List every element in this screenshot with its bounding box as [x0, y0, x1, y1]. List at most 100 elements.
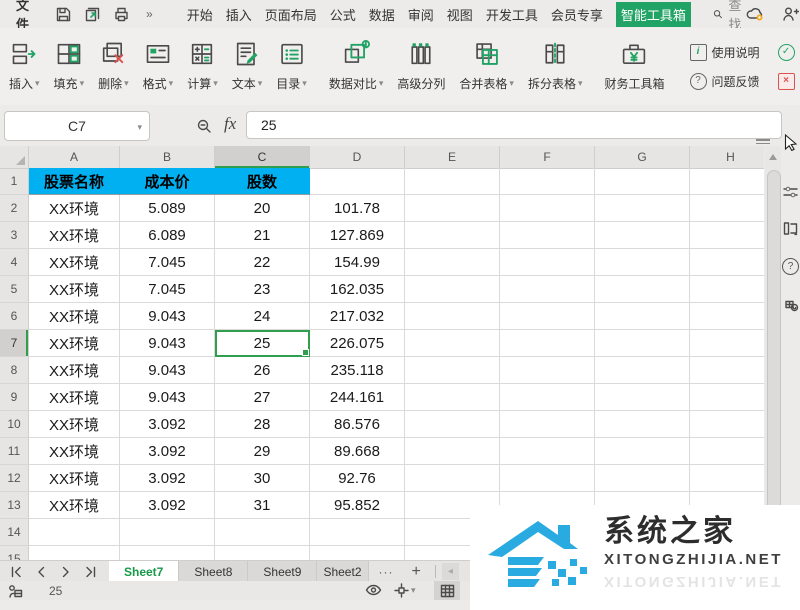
sheet-tab-sheet9[interactable]: Sheet9 — [248, 561, 317, 582]
row-header-10[interactable]: 10 — [0, 411, 29, 438]
swap-layout-icon[interactable] — [783, 221, 798, 236]
split-tables-button[interactable]: 拆分表格▾ — [521, 28, 590, 105]
cell-A1[interactable]: 股票名称 — [29, 168, 120, 195]
cell-B13[interactable]: 3.092 — [120, 492, 215, 519]
cell-H2[interactable] — [690, 195, 764, 222]
cell-G5[interactable] — [595, 276, 690, 303]
cell-G7[interactable] — [595, 330, 690, 357]
cell-A4[interactable]: XX环境 — [29, 249, 120, 276]
row-header-6[interactable]: 6 — [0, 303, 29, 330]
cell-B8[interactable]: 9.043 — [120, 357, 215, 384]
cell-D7[interactable]: 226.075 — [310, 330, 405, 357]
cloud-sync-icon[interactable] — [746, 6, 766, 22]
cell-H8[interactable] — [690, 357, 764, 384]
print-icon[interactable] — [113, 6, 130, 23]
next-sheet-icon[interactable] — [60, 566, 72, 578]
sheet-tab-sheet8[interactable]: Sheet8 — [179, 561, 248, 582]
cell-A6[interactable]: XX环境 — [29, 303, 120, 330]
cell-A9[interactable]: XX环境 — [29, 384, 120, 411]
cell-H9[interactable] — [690, 384, 764, 411]
tab-home[interactable]: 开始 — [187, 5, 213, 24]
column-header-h[interactable]: H — [690, 146, 764, 169]
cell-F11[interactable] — [500, 438, 595, 465]
cell-B6[interactable]: 9.043 — [120, 303, 215, 330]
tab-view[interactable]: 视图 — [447, 5, 473, 24]
name-box[interactable]: C7 ▾ — [4, 111, 150, 141]
vertical-scrollbar[interactable] — [765, 146, 781, 560]
cell-G6[interactable] — [595, 303, 690, 330]
cell-A11[interactable]: XX环境 — [29, 438, 120, 465]
cell-C13[interactable]: 31 — [215, 492, 310, 519]
cell-H10[interactable] — [690, 411, 764, 438]
cell-C2[interactable]: 20 — [215, 195, 310, 222]
cell-C12[interactable]: 30 — [215, 465, 310, 492]
cell-B15[interactable] — [120, 546, 215, 560]
row-header-7[interactable]: 7 — [0, 330, 29, 357]
cell-G2[interactable] — [595, 195, 690, 222]
cell-E8[interactable] — [405, 357, 500, 384]
row-header-8[interactable]: 8 — [0, 357, 29, 384]
cell-H3[interactable] — [690, 222, 764, 249]
visibility-icon[interactable] — [365, 584, 382, 596]
save-icon[interactable] — [55, 6, 72, 23]
merge-tables-button[interactable]: 合并表格▾ — [452, 28, 521, 105]
cell-E10[interactable] — [405, 411, 500, 438]
cell-A7[interactable]: XX环境 — [29, 330, 120, 357]
stamp-tool-icon[interactable] — [783, 297, 799, 312]
cell-B7[interactable]: 9.043 — [120, 330, 215, 357]
cell-E4[interactable] — [405, 249, 500, 276]
cell-H1[interactable] — [690, 168, 764, 195]
tab-membership[interactable]: 会员专享 — [551, 5, 603, 24]
cell-B4[interactable]: 7.045 — [120, 249, 215, 276]
cell-D14[interactable] — [310, 519, 405, 546]
quick-access-overflow[interactable]: » — [146, 7, 153, 21]
tab-formulas[interactable]: 公式 — [330, 5, 356, 24]
tab-data[interactable]: 数据 — [369, 5, 395, 24]
split-handle[interactable] — [756, 139, 770, 144]
row-header-12[interactable]: 12 — [0, 465, 29, 492]
cell-D2[interactable]: 101.78 — [310, 195, 405, 222]
cell-A15[interactable] — [29, 546, 120, 560]
cell-H5[interactable] — [690, 276, 764, 303]
cell-B14[interactable] — [120, 519, 215, 546]
cell-A10[interactable]: XX环境 — [29, 411, 120, 438]
cell-A8[interactable]: XX环境 — [29, 357, 120, 384]
cell-B12[interactable]: 3.092 — [120, 465, 215, 492]
cell-H11[interactable] — [690, 438, 764, 465]
cell-H6[interactable] — [690, 303, 764, 330]
cell-B1[interactable]: 成本价 — [120, 168, 215, 195]
cell-H4[interactable] — [690, 249, 764, 276]
cell-D11[interactable]: 89.668 — [310, 438, 405, 465]
tab-review[interactable]: 审阅 — [408, 5, 434, 24]
cell-E9[interactable] — [405, 384, 500, 411]
sheet-list-icon[interactable]: ··· — [369, 561, 404, 582]
column-header-f[interactable]: F — [500, 146, 595, 169]
cell-G11[interactable] — [595, 438, 690, 465]
cell-D15[interactable] — [310, 546, 405, 560]
select-all-corner[interactable] — [0, 146, 29, 169]
hscroll-left-icon[interactable]: ◂ — [442, 563, 459, 580]
cell-H7[interactable] — [690, 330, 764, 357]
cell-F8[interactable] — [500, 357, 595, 384]
cell-C15[interactable] — [215, 546, 310, 560]
cell-C4[interactable]: 22 — [215, 249, 310, 276]
cell-C14[interactable] — [215, 519, 310, 546]
cell-C8[interactable]: 26 — [215, 357, 310, 384]
row-header-5[interactable]: 5 — [0, 276, 29, 303]
search-formula-icon[interactable] — [196, 118, 212, 134]
row-header-1[interactable]: 1 — [0, 168, 29, 195]
cell-C10[interactable]: 28 — [215, 411, 310, 438]
cell-A5[interactable]: XX环境 — [29, 276, 120, 303]
fill-button[interactable]: 填充▾ — [47, 28, 92, 105]
close-toolbox-button[interactable]: ×关闭 — [778, 73, 800, 90]
toc-button[interactable]: 目录▾ — [269, 28, 314, 105]
scrollbar-thumb[interactable] — [767, 170, 781, 544]
cell-G3[interactable] — [595, 222, 690, 249]
cell-A12[interactable]: XX环境 — [29, 465, 120, 492]
cell-G8[interactable] — [595, 357, 690, 384]
cell-C3[interactable]: 21 — [215, 222, 310, 249]
cell-B3[interactable]: 6.089 — [120, 222, 215, 249]
cell-F7[interactable] — [500, 330, 595, 357]
cell-E11[interactable] — [405, 438, 500, 465]
tab-page-layout[interactable]: 页面布局 — [265, 5, 317, 24]
